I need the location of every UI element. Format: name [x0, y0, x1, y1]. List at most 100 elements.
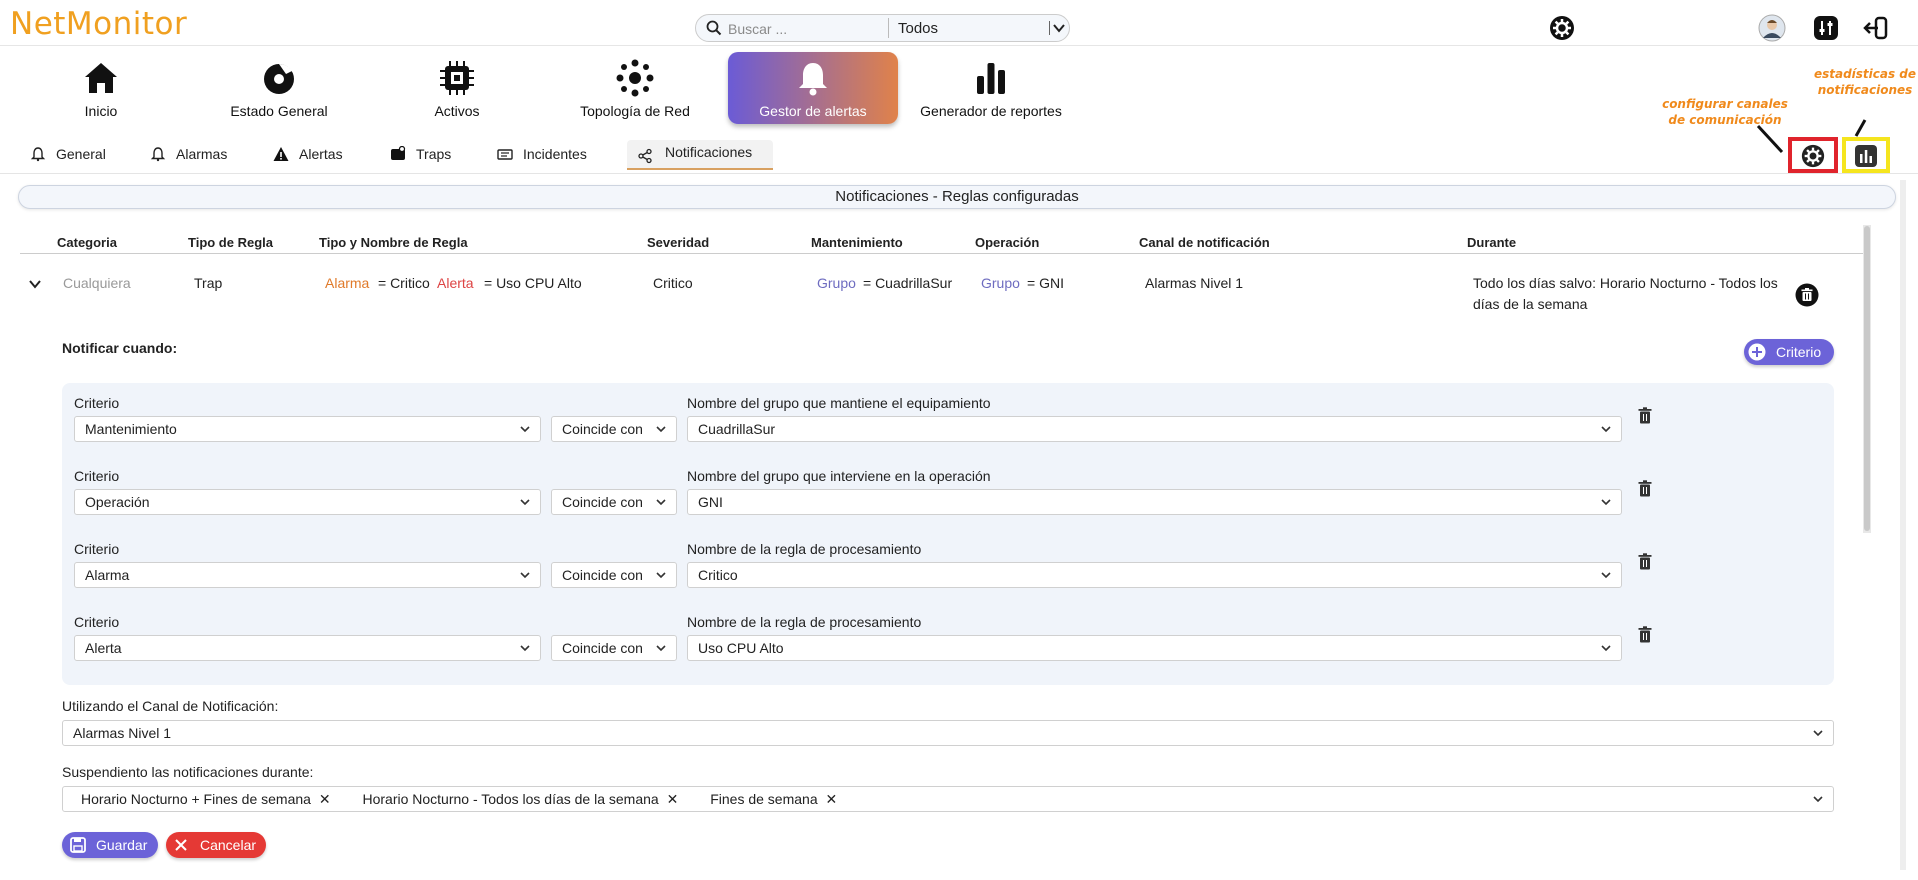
tab-traps[interactable]: Traps — [390, 144, 470, 170]
bell-outline-icon — [150, 147, 166, 162]
cell-alarma-key: Alarma — [325, 275, 370, 291]
app-logo[interactable]: NetMonitor — [10, 6, 187, 42]
cancel-button[interactable]: Cancelar — [166, 832, 266, 858]
tab-label: Traps — [416, 146, 452, 162]
expand-chevron-icon[interactable] — [28, 278, 42, 290]
chip-icon — [440, 61, 474, 95]
logout-icon[interactable] — [1862, 14, 1890, 42]
settings-gear-icon[interactable] — [1548, 14, 1576, 42]
criterio-field-label: Nombre del grupo que interviene en la op… — [687, 468, 991, 484]
search-input[interactable]: Buscar ... — [728, 21, 787, 37]
table-scrollbar-thumb[interactable] — [1864, 226, 1870, 531]
criterio-value: Critico — [698, 567, 738, 583]
user-avatar-icon[interactable] — [1758, 14, 1786, 42]
page-scrollbar[interactable] — [1900, 180, 1906, 870]
criterio-value: Uso CPU Alto — [698, 640, 784, 656]
tab-alertas[interactable]: Alertas — [273, 144, 358, 170]
tab-incidentes[interactable]: Incidentes — [497, 144, 597, 170]
save-button[interactable]: Guardar — [62, 832, 158, 858]
operator-select-value: Coincide con — [562, 640, 643, 656]
module-estado-general[interactable]: Estado General — [194, 52, 364, 124]
module-label: Activos — [434, 103, 480, 119]
column-header-mantenimiento[interactable]: Mantenimiento — [811, 235, 903, 250]
panel-title: Notificaciones - Reglas configuradas — [18, 185, 1896, 209]
column-header-canal[interactable]: Canal de notificación — [1139, 235, 1270, 250]
operator-select-value: Coincide con — [562, 567, 643, 583]
delete-criterio-icon[interactable] — [1638, 553, 1652, 570]
search-scope-select[interactable]: Todos — [898, 20, 938, 37]
criterio-value-select[interactable]: Critico — [687, 562, 1622, 588]
criterio-select-value: Mantenimiento — [85, 421, 177, 437]
channel-label: Utilizando el Canal de Notificación: — [62, 698, 279, 714]
suspend-chip: Horario Nocturno - Todos los días de la … — [362, 791, 678, 807]
notify-when-title: Notificar cuando: — [62, 340, 178, 356]
cell-oper-value: = GNI — [1027, 275, 1064, 291]
tab-general[interactable]: General — [30, 144, 120, 170]
configure-channels-button[interactable] — [1788, 137, 1838, 173]
sliders-icon[interactable] — [1812, 14, 1840, 42]
suspend-chip: Fines de semana ✕ — [710, 791, 837, 807]
chip-remove-icon[interactable]: ✕ — [319, 791, 331, 807]
operator-select[interactable]: Coincide con — [551, 562, 677, 588]
plus-circle-icon — [1748, 343, 1766, 361]
operator-select[interactable]: Coincide con — [551, 489, 677, 515]
chevron-down-icon — [1813, 796, 1823, 803]
global-search[interactable]: Buscar ... Todos — [695, 14, 1070, 42]
tab-label: Alertas — [299, 146, 343, 162]
criterio-label: Criterio — [74, 614, 120, 630]
criterio-select[interactable]: Alerta — [74, 635, 541, 661]
save-disk-icon — [70, 837, 86, 853]
column-header-operacion[interactable]: Operación — [975, 235, 1039, 250]
cell-alerta-value: = Uso CPU Alto — [484, 275, 582, 291]
header-divider — [20, 253, 1863, 254]
chevron-down-icon — [520, 499, 530, 506]
cell-alerta-key: Alerta — [437, 275, 474, 291]
module-activos[interactable]: Activos — [372, 52, 542, 124]
operator-select[interactable]: Coincide con — [551, 635, 677, 661]
cell-mant-key: Grupo — [817, 275, 856, 291]
notification-stats-button[interactable] — [1842, 137, 1890, 173]
column-header-tipo-nombre[interactable]: Tipo y Nombre de Regla — [319, 235, 468, 250]
home-icon — [85, 63, 117, 93]
column-header-tipo-regla[interactable]: Tipo de Regla — [188, 235, 273, 250]
criterio-value-select[interactable]: GNI — [687, 489, 1622, 515]
save-label: Guardar — [96, 837, 148, 853]
module-reportes[interactable]: Generador de reportes — [906, 52, 1076, 124]
tab-label: Notificaciones — [665, 144, 753, 160]
tab-notificaciones[interactable]: Notificaciones — [627, 140, 773, 170]
criterio-value-select[interactable]: CuadrillaSur — [687, 416, 1622, 442]
ticket-icon — [497, 149, 513, 160]
gear-icon — [1801, 144, 1825, 168]
delete-criterio-icon[interactable] — [1638, 480, 1652, 497]
delete-criterio-icon[interactable] — [1638, 626, 1652, 643]
cell-tipo: Trap — [194, 275, 223, 291]
chip-remove-icon[interactable]: ✕ — [826, 791, 838, 807]
delete-rule-icon[interactable] — [1795, 283, 1819, 307]
warning-icon — [273, 147, 289, 161]
add-criterio-button[interactable]: Criterio — [1744, 339, 1834, 365]
criterio-value-select[interactable]: Uso CPU Alto — [687, 635, 1622, 661]
chip-remove-icon[interactable]: ✕ — [667, 791, 679, 807]
column-header-severidad[interactable]: Severidad — [647, 235, 709, 250]
annotation-stats: estadísticas de notificaciones — [1812, 66, 1918, 98]
module-label: Estado General — [230, 103, 328, 119]
operator-select[interactable]: Coincide con — [551, 416, 677, 442]
suspend-multiselect[interactable]: Horario Nocturno + Fines de semana ✕ Hor… — [62, 786, 1834, 812]
criterio-select[interactable]: Operación — [74, 489, 541, 515]
criterio-select[interactable]: Mantenimiento — [74, 416, 541, 442]
module-gestor-alertas[interactable]: Gestor de alertas — [728, 52, 898, 124]
column-header-categoria[interactable]: Categoria — [57, 235, 117, 250]
tab-alarmas[interactable]: Alarmas — [150, 144, 240, 170]
delete-criterio-icon[interactable] — [1638, 407, 1652, 424]
channel-select[interactable]: Alarmas Nivel 1 — [62, 720, 1834, 746]
chevron-down-icon[interactable] — [1052, 21, 1066, 35]
annotation-line: estadísticas de — [1813, 67, 1917, 81]
network-topology-icon — [616, 59, 654, 97]
dashboard-gauge-icon — [264, 63, 294, 94]
criterio-select[interactable]: Alarma — [74, 562, 541, 588]
column-header-durante[interactable]: Durante — [1467, 235, 1516, 250]
criterio-label: Criterio — [74, 468, 120, 484]
close-icon — [175, 839, 187, 851]
module-inicio[interactable]: Inicio — [16, 52, 186, 124]
module-topologia[interactable]: Topología de Red — [550, 52, 720, 124]
